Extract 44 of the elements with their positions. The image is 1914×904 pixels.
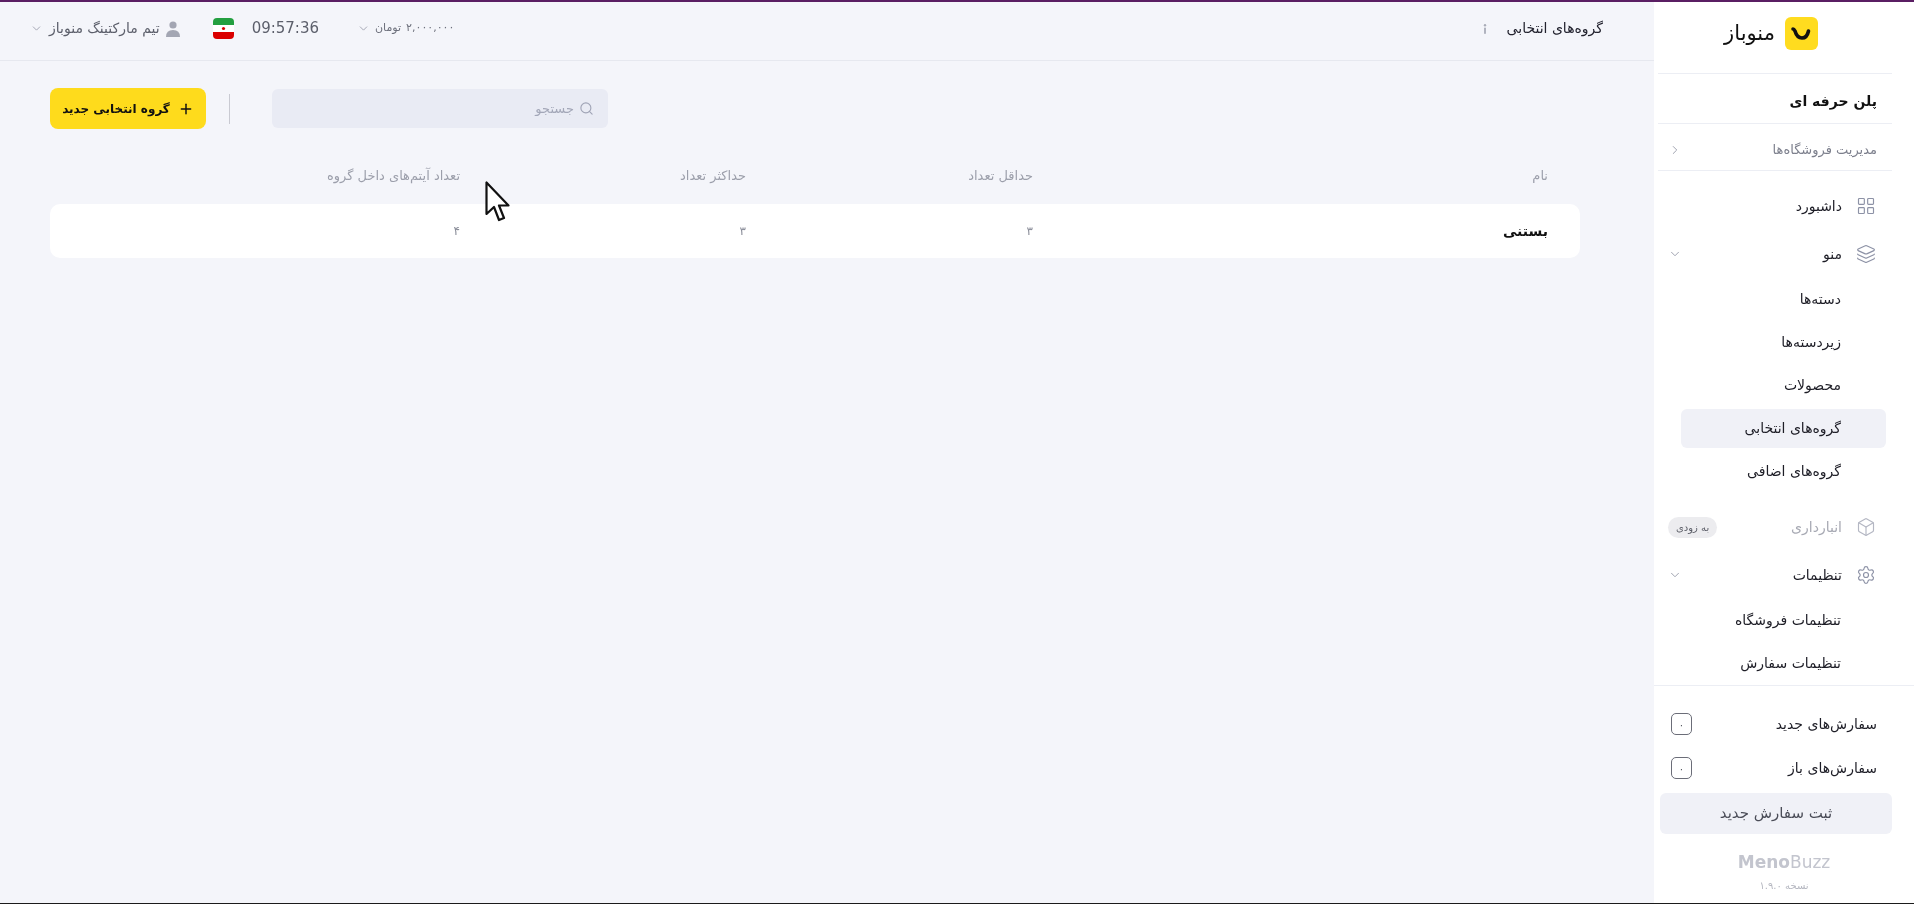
new-group-button[interactable]: گروه انتخابی جدید: [50, 88, 206, 129]
sidebar-subitem[interactable]: تنظیمات فروشگاه: [1681, 601, 1886, 640]
new-order-button[interactable]: ثبت سفارش جدید: [1660, 793, 1892, 834]
info-icon: [1482, 23, 1487, 34]
sidebar-subitem[interactable]: گروه‌های انتخابی: [1681, 409, 1886, 448]
sidebar-nav-item[interactable]: منو: [1654, 230, 1914, 278]
table-cell-text: بستنی: [1502, 221, 1548, 241]
column-header: نام: [1532, 167, 1548, 186]
sidebar-subitem[interactable]: تنظیمات سفارش: [1681, 644, 1886, 683]
brand-name: منوباز: [1724, 20, 1775, 47]
table-cell-text: ۳: [1026, 223, 1033, 240]
balance-dropdown[interactable]: ۲,۰۰۰,۰۰۰ تومان: [357, 20, 455, 37]
store-manager-link[interactable]: مدیریت فروشگاه‌ها: [1654, 123, 1914, 171]
logo-icon: [1784, 17, 1818, 50]
search-field[interactable]: جستجو: [272, 89, 608, 128]
table-cell-text: ۳: [739, 223, 746, 240]
count-badge: ۰: [1671, 713, 1692, 735]
grid-icon: [1856, 196, 1876, 216]
iran-flag-icon: [212, 18, 234, 39]
column-header: حداقل تعداد: [968, 167, 1033, 186]
clock-time: 09:57:36: [251, 18, 319, 40]
plan-name: پلن حرفه ای: [1789, 91, 1877, 112]
order-counter-link[interactable]: سفارش‌های باز ۰: [1654, 746, 1914, 790]
sidebar-subitem[interactable]: دسته‌ها: [1681, 280, 1886, 319]
sidebar-subitem[interactable]: زیردسته‌ها: [1681, 323, 1886, 362]
cube-icon: [1856, 517, 1876, 537]
search-icon: [579, 101, 594, 116]
user-menu[interactable]: تیم مارکتینگ منوباز: [30, 18, 180, 39]
user-icon: [165, 20, 180, 37]
column-header: حداکثر تعداد: [680, 167, 746, 186]
version-label: نسخه ۱.۹.۰: [1759, 879, 1809, 893]
order-counter-link[interactable]: سفارش‌های جدید ۰: [1654, 702, 1914, 746]
page-title: گروه‌های انتخابی: [1506, 19, 1603, 39]
brand-wordmark: MenoBuzz: [1737, 852, 1831, 872]
count-badge: ۰: [1671, 757, 1692, 779]
column-header: تعداد آیتم‌های داخل گروه: [326, 166, 460, 186]
sidebar-nav-item[interactable]: داشبورد: [1654, 182, 1914, 230]
sidebar-nav-item[interactable]: تنظیمات: [1654, 551, 1914, 599]
sidebar-subitem[interactable]: گروه‌های اضافی: [1681, 452, 1886, 491]
layers-icon: [1856, 244, 1876, 264]
coming-soon-badge: به زودی: [1668, 516, 1718, 538]
settings-icon: [1856, 565, 1876, 585]
sidebar-subitem[interactable]: محصولات: [1681, 366, 1886, 405]
table-cell-text: ۴: [453, 223, 460, 240]
